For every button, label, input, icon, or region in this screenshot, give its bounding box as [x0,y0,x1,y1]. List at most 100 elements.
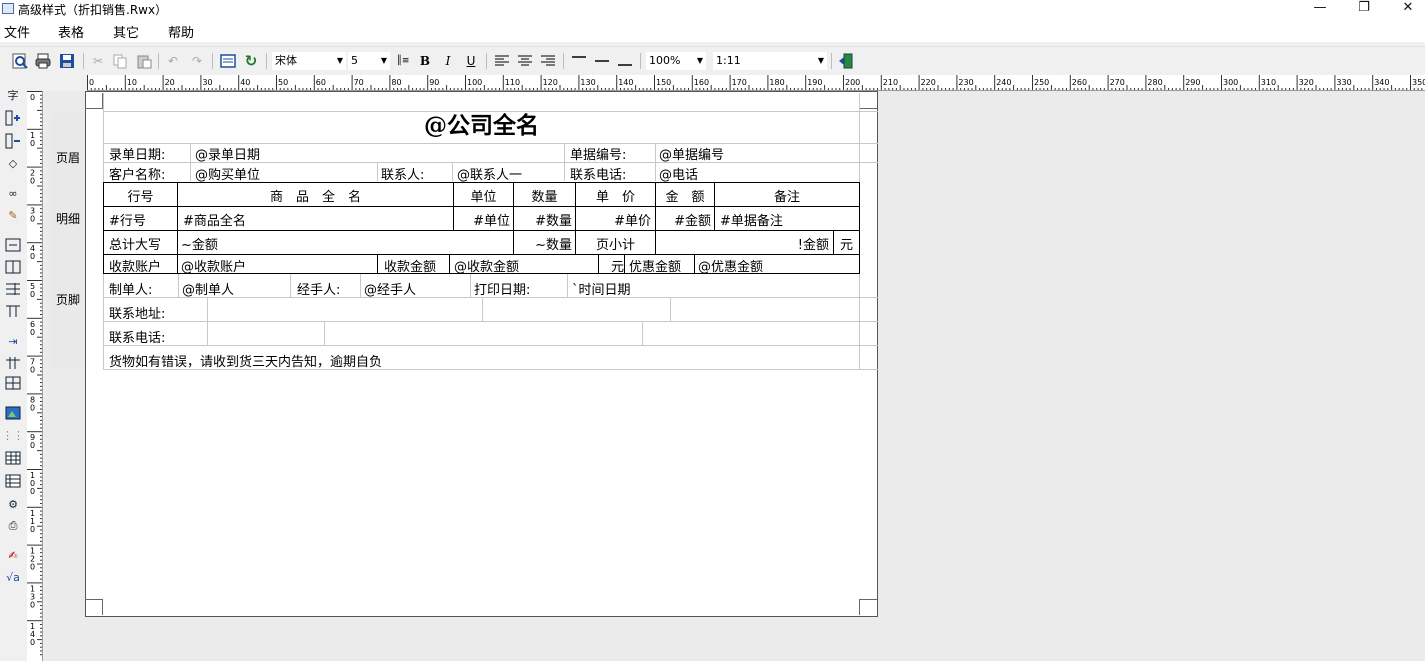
col-header-amount[interactable]: 金 额 [656,186,714,205]
handler-label[interactable]: 经手人: [297,279,340,298]
pay-account-label[interactable]: 收款账户 [109,256,161,275]
minimize-button[interactable]: — [1297,0,1343,18]
band-footer[interactable]: 页脚 [51,233,85,369]
detail-remark[interactable]: #单据备注 [720,210,783,229]
total-unit[interactable]: 元 [834,234,859,253]
copy-icon[interactable] [110,51,130,71]
contact-label[interactable]: 联系人: [381,164,424,183]
page-subtotal-label[interactable]: 页小计 [576,234,655,253]
paste-icon[interactable] [134,51,154,71]
valign-bottom-icon[interactable] [615,51,635,71]
image-tool-icon[interactable] [3,403,23,423]
handler-value[interactable]: @经手人 [364,279,416,298]
split-cells-tool-icon[interactable] [3,257,23,277]
properties-tool-icon[interactable]: ⚙ [3,494,23,514]
received-unit[interactable]: 元 [599,256,624,275]
align-right-icon[interactable] [538,51,558,71]
disclaimer-note[interactable]: 货物如有错误，请收到货三天内告知，逾期自负 [109,351,382,370]
redo-icon[interactable]: ↷ [187,51,207,71]
menu-file[interactable]: 文件 [4,22,30,41]
footer-phone-label[interactable]: 联系电话: [109,327,165,346]
font-select[interactable]: 宋体 ▼ [272,52,346,70]
close-button[interactable]: ✕ [1385,0,1425,18]
total-qty[interactable]: ~数量 [514,234,572,253]
report-title[interactable]: @公司全名 [103,111,860,141]
delete-row-tool-icon[interactable] [3,131,23,151]
line-spacing-icon[interactable]: ║≡ [393,51,413,71]
detail-price[interactable]: #单价 [576,210,651,229]
maker-value[interactable]: @制单人 [182,279,234,298]
bill-no-value[interactable]: @单据编号 [659,144,724,163]
pay-account-value[interactable]: @收款账户 [181,256,246,275]
valign-middle-icon[interactable] [592,51,612,71]
grid-tool-icon[interactable] [3,353,23,373]
col-header-unit[interactable]: 单位 [454,186,513,205]
underline-button[interactable]: U [461,51,481,71]
pencil-tool-icon[interactable]: ✎ [3,205,23,225]
save-icon[interactable] [57,51,77,71]
font-size-select[interactable]: 5 ▼ [348,52,390,70]
detail-unit[interactable]: #单位 [454,210,510,229]
date-label[interactable]: 录单日期: [109,144,165,163]
valign-top-icon[interactable] [569,51,589,71]
menu-other[interactable]: 其它 [113,22,139,41]
insert-field-tool-icon[interactable]: ⇥ [3,331,23,351]
menu-help[interactable]: 帮助 [168,22,194,41]
list-tool-icon[interactable] [3,471,23,491]
dotted-grid-tool-icon[interactable]: ⋮⋮ [2,425,24,445]
scale-select[interactable]: 1:11 ▼ [713,52,827,70]
undo-icon[interactable]: ↶ [163,51,183,71]
customer-label[interactable]: 客户名称: [109,164,165,183]
phone-value[interactable]: @电话 [659,164,698,183]
preview-icon[interactable] [10,51,30,71]
row-tool-icon[interactable] [3,301,23,321]
col-header-product[interactable]: 商 品 全 名 [178,186,453,205]
received-amount-label[interactable]: 收款金额 [384,256,436,275]
detail-qty[interactable]: #数量 [514,210,572,229]
date-value[interactable]: @录单日期 [195,144,260,163]
detail-product[interactable]: #商品全名 [183,210,246,229]
total-amount[interactable]: !金额 [656,234,829,253]
col-header-remark[interactable]: 备注 [715,186,859,205]
col-header-price[interactable]: 单 价 [576,186,655,205]
bold-button[interactable]: B [415,51,435,71]
address-label[interactable]: 联系地址: [109,303,165,322]
italic-button[interactable]: I [438,51,458,71]
discount-value[interactable]: @优惠金额 [698,256,763,275]
insert-row-tool-icon[interactable] [3,108,23,128]
link-tool-icon[interactable]: ∞ [3,183,23,203]
received-amount-value[interactable]: @收款金额 [454,256,519,275]
zoom-select[interactable]: 100% ▼ [646,52,706,70]
total-label[interactable]: 总计大写 [109,234,161,253]
print-date-label[interactable]: 打印日期: [474,279,530,298]
print-icon[interactable] [33,51,53,71]
print-date-value[interactable]: `时间日期 [572,279,631,298]
table-tool-icon[interactable] [3,373,23,393]
phone-label[interactable]: 联系电话: [570,164,626,183]
col-header-row-no[interactable]: 行号 [104,186,177,205]
formula-tool-icon[interactable]: √a [3,567,23,587]
page-setup-icon[interactable] [218,51,238,71]
discount-label[interactable]: 优惠金额 [629,256,681,275]
text-field-tool-icon[interactable]: 字 [3,85,23,105]
col-header-qty[interactable]: 数量 [514,186,575,205]
detail-amount[interactable]: #金额 [656,210,711,229]
cut-icon[interactable]: ✂ [88,51,108,71]
band-header[interactable]: 页眉 [51,113,85,203]
band-detail[interactable]: 明细 [51,203,85,233]
align-left-icon[interactable] [492,51,512,71]
merge-cells-tool-icon[interactable] [3,235,23,255]
customer-value[interactable]: @购买单位 [195,164,260,183]
edit-tool-icon[interactable]: ✍ [3,545,23,565]
data-grid-tool-icon[interactable] [3,448,23,468]
bill-no-label[interactable]: 单据编号: [570,144,626,163]
refresh-icon[interactable]: ↻ [241,51,261,71]
restore-button[interactable]: ❐ [1341,0,1387,18]
exit-icon[interactable] [836,51,856,71]
column-tool-icon[interactable] [3,279,23,299]
align-center-icon[interactable] [515,51,535,71]
total-amount-upper[interactable]: ~金额 [181,234,218,253]
eraser-tool-icon[interactable]: ◇ [3,153,23,173]
contact-value[interactable]: @联系人一 [457,164,522,183]
detail-row-no[interactable]: #行号 [109,210,146,229]
